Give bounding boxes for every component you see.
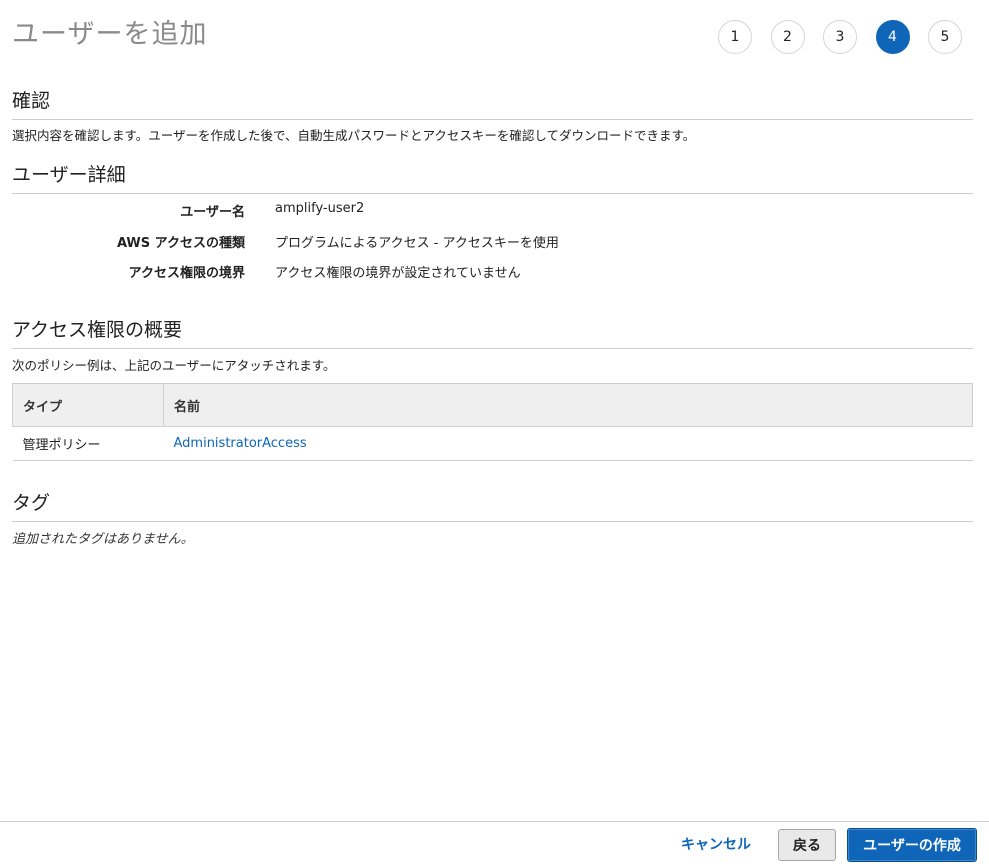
page-title: ユーザーを追加	[12, 19, 208, 50]
access-type-label: AWS アクセスの種類	[116, 236, 245, 251]
permissions-description: 次のポリシー例は、上記のユーザーにアタッチされます。	[12, 358, 336, 373]
step-4-current[interactable]: 4	[875, 20, 910, 54]
create-user-button[interactable]: ユーザーの作成	[847, 828, 977, 862]
permissions-table: タイプ 名前 管理ポリシー AdministratorAccess	[12, 383, 973, 461]
policy-name-link[interactable]: AdministratorAccess	[174, 436, 307, 451]
user-details-section-title: ユーザー詳細	[12, 160, 973, 194]
table-row: 管理ポリシー AdministratorAccess	[12, 426, 973, 461]
step-3[interactable]: 3	[823, 20, 857, 54]
cancel-button[interactable]: キャンセル	[668, 829, 764, 859]
user-name-value: amplify-user2	[275, 201, 365, 216]
table-header-row: タイプ 名前	[12, 383, 973, 427]
tags-section-title: タグ	[12, 488, 973, 522]
wizard-steps: 1 2 3 4 5	[718, 20, 981, 54]
footer-bar	[0, 821, 989, 866]
policy-type-cell: 管理ポリシー	[12, 426, 164, 461]
policy-name-cell: AdministratorAccess	[163, 426, 973, 461]
access-type-value: プログラムによるアクセス - アクセスキーを使用	[275, 236, 559, 251]
step-2[interactable]: 2	[770, 20, 805, 54]
permissions-section-title: アクセス権限の概要	[12, 315, 973, 349]
permission-boundary-value: アクセス権限の境界が設定されていません	[275, 266, 521, 281]
no-tags-message: 追加されたタグはありません。	[12, 532, 194, 547]
review-description: 選択内容を確認します。ユーザーを作成した後で、自動生成パスワードとアクセスキーを…	[12, 128, 696, 143]
column-header-name: 名前	[163, 383, 973, 427]
step-1[interactable]: 1	[718, 20, 752, 54]
permission-boundary-label: アクセス権限の境界	[128, 266, 245, 281]
column-header-type: タイプ	[12, 383, 164, 427]
step-5[interactable]: 5	[928, 20, 962, 54]
review-section-title: 確認	[12, 86, 973, 120]
back-button[interactable]: 戻る	[778, 829, 836, 861]
user-name-label: ユーザー名	[180, 205, 245, 220]
